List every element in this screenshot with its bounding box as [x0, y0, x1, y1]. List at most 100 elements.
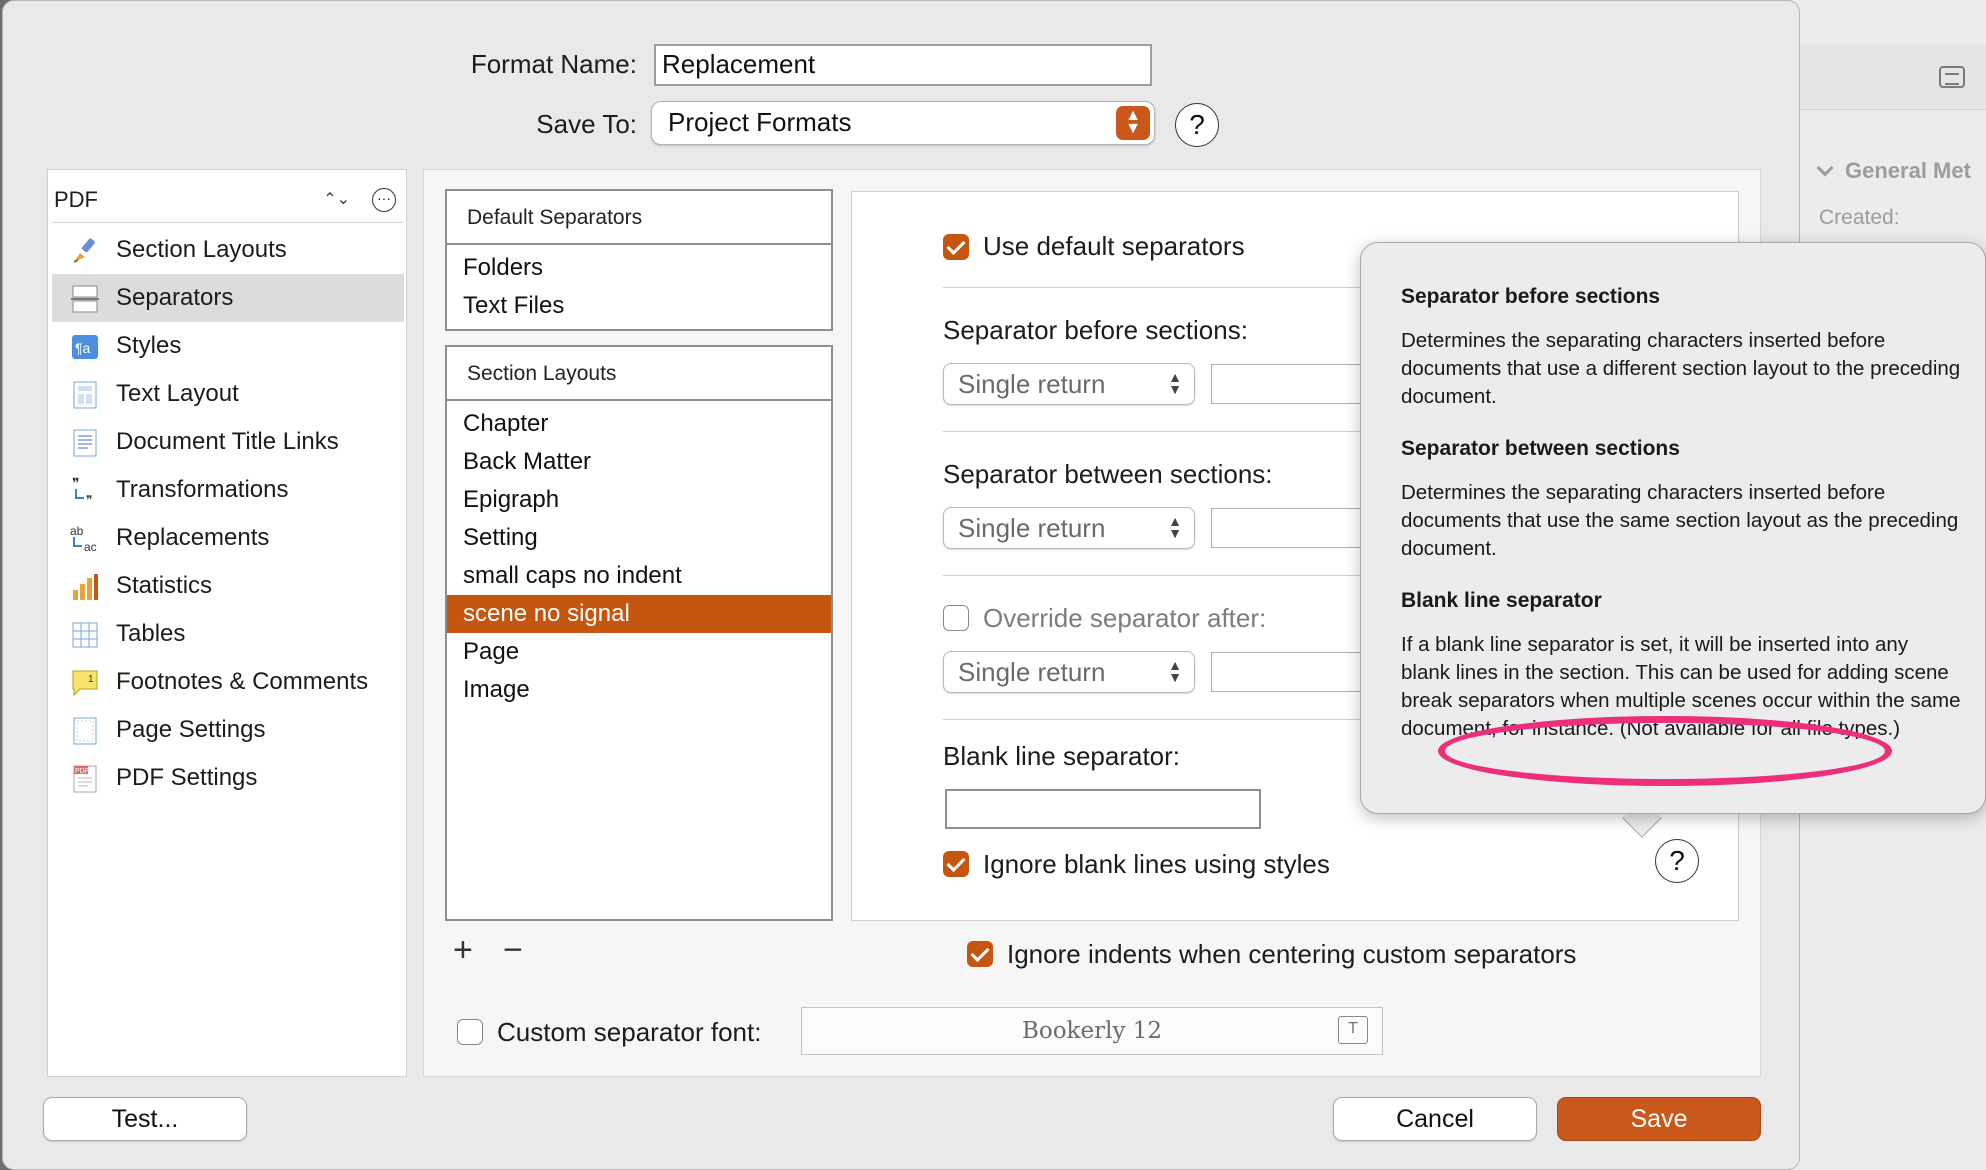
separator-between-label: Separator between sections: [943, 459, 1273, 489]
sidebar-item-transformations[interactable]: ❞ ❞ Transformations [52, 466, 404, 514]
ignore-indents-checkbox[interactable] [967, 941, 993, 967]
override-separator-checkbox[interactable] [943, 605, 969, 631]
format-name-label: Format Name: [470, 49, 637, 79]
save-to-value: Project Formats [668, 107, 852, 137]
tables-icon [72, 622, 98, 648]
list-item-text-files[interactable]: Text Files [447, 287, 831, 325]
highlight-annotation [1438, 716, 1892, 786]
popover-title: Blank line separator [1401, 589, 1602, 612]
file-type-selector[interactable]: PDF ⌃⌄ ··· [52, 180, 402, 220]
custom-font-field[interactable]: Bookerly 12 T [801, 1007, 1383, 1055]
blank-line-separator-label: Blank line separator: [943, 741, 1181, 771]
separator-between-value: Single return [958, 513, 1106, 543]
list-header: Section Layouts [447, 347, 831, 401]
transformations-icon: ❞❞ [72, 476, 92, 506]
separator-before-value: Single return [958, 369, 1106, 399]
override-separator-custom-field[interactable] [1211, 652, 1365, 692]
test-button[interactable]: Test... [43, 1097, 247, 1141]
section-layouts-list: Section Layouts Chapter Back Matter Epig… [445, 345, 833, 921]
use-default-checkbox[interactable] [943, 234, 969, 260]
more-options-icon[interactable]: ··· [372, 188, 396, 212]
list-item[interactable]: Epigraph [447, 481, 831, 519]
custom-font-value: Bookerly 12 [1021, 1018, 1163, 1044]
svg-text:ab: ab [70, 524, 84, 538]
ignore-blank-lines-checkbox[interactable] [943, 851, 969, 877]
save-button[interactable]: Save [1557, 1097, 1761, 1141]
sidebar-item-replacements[interactable]: ab ac Replacements [52, 514, 404, 562]
sidebar-item-footnotes-comments[interactable]: 1 Footnotes & Comments [52, 658, 404, 706]
separator-before-custom-field[interactable] [1211, 364, 1365, 404]
sidebar-item-separators[interactable]: Separators [52, 274, 404, 322]
divider [943, 719, 1363, 720]
save-to-select[interactable]: Project Formats ▲ ▼ [651, 101, 1155, 145]
default-separators-list: Default Separators Folders Text Files [445, 189, 833, 331]
list-item-selected[interactable]: scene no signal [447, 595, 831, 633]
divider [52, 222, 404, 223]
brush-icon [73, 238, 95, 263]
custom-font-label: Custom separator font: [497, 1017, 762, 1047]
custom-font-checkbox[interactable] [457, 1019, 483, 1045]
replacements-icon: abac [70, 524, 97, 554]
separator-before-select[interactable]: Single return ▲ ▼ [943, 363, 1195, 405]
format-sidebar: PDF ⌃⌄ ··· Section Layouts Separators ¶a… [47, 169, 407, 1077]
separator-between-custom-field[interactable] [1211, 508, 1365, 548]
override-separator-select[interactable]: Single return ▲ ▼ [943, 651, 1195, 693]
background-toolbar [1791, 44, 1986, 110]
updown-icon: ▲ ▼ [1168, 513, 1182, 541]
remove-layout-button[interactable]: − [503, 931, 523, 970]
add-layout-button[interactable]: + [453, 931, 473, 970]
sidebar-item-page-settings[interactable]: Page Settings [52, 706, 404, 754]
ignore-blank-lines-label: Ignore blank lines using styles [983, 849, 1330, 879]
divider [943, 431, 1363, 432]
popover-title: Separator before sections [1401, 285, 1661, 308]
format-name-input[interactable]: Replacement [654, 44, 1152, 86]
svg-text:1: 1 [88, 674, 94, 685]
separator-between-select[interactable]: Single return ▲ ▼ [943, 507, 1195, 549]
updown-stepper-icon: ▲ ▼ [1116, 106, 1150, 140]
blank-line-separator-input[interactable] [945, 789, 1261, 829]
general-metadata-header[interactable]: General Met [1816, 158, 1971, 184]
divider [943, 287, 1363, 288]
sidebar-item-section-layouts[interactable]: Section Layouts [52, 226, 404, 274]
sidebar-item-pdf-settings[interactable]: PDF PDF Settings [52, 754, 404, 802]
popover-body: Determines the separating characters ins… [1401, 481, 1959, 560]
list-item[interactable]: small caps no indent [447, 557, 831, 595]
sidebar-item-tables[interactable]: Tables [52, 610, 404, 658]
inspector-icon[interactable] [1939, 66, 1965, 88]
list-header: Default Separators [447, 191, 831, 245]
list-item-folders[interactable]: Folders [447, 249, 831, 287]
svg-text:ac: ac [84, 540, 97, 554]
list-item[interactable]: Chapter [447, 405, 831, 443]
svg-text:PDF: PDF [75, 768, 89, 775]
updown-icon: ▲ ▼ [1168, 657, 1182, 685]
cancel-button[interactable]: Cancel [1333, 1097, 1537, 1141]
separators-help-button[interactable]: ? [1655, 839, 1699, 883]
document-icon [73, 429, 97, 457]
footnotes-icon: 1 [72, 670, 98, 697]
list-item[interactable]: Back Matter [447, 443, 831, 481]
list-item[interactable]: Image [447, 671, 831, 709]
file-type-value: PDF [54, 187, 98, 212]
ignore-indents-label: Ignore indents when centering custom sep… [1007, 939, 1577, 969]
separators-icon [71, 285, 99, 313]
sidebar-item-document-title-links[interactable]: Document Title Links [52, 418, 404, 466]
sidebar-item-styles[interactable]: ¶a Styles [52, 322, 404, 370]
use-default-label: Use default separators [983, 231, 1245, 261]
sidebar-item-statistics[interactable]: Statistics [52, 562, 404, 610]
page-settings-icon [73, 717, 97, 745]
updown-icon: ⌃⌄ [323, 191, 350, 208]
pdf-icon: PDF [73, 765, 97, 793]
list-item[interactable]: Setting [447, 519, 831, 557]
popover-body: Determines the separating characters ins… [1401, 329, 1961, 408]
sidebar-item-text-layout[interactable]: Text Layout [52, 370, 404, 418]
help-button[interactable]: ? [1175, 103, 1219, 147]
list-item[interactable]: Page [447, 633, 831, 671]
updown-icon: ▲ ▼ [1168, 369, 1182, 397]
chevron-down-icon [1816, 159, 1834, 177]
font-picker-icon[interactable]: T [1338, 1016, 1368, 1044]
override-separator-value: Single return [958, 657, 1106, 687]
svg-text:❞: ❞ [72, 476, 80, 491]
separator-before-label: Separator before sections: [943, 315, 1248, 345]
created-label: Created: [1819, 206, 1900, 229]
popover-title: Separator between sections [1401, 437, 1680, 460]
